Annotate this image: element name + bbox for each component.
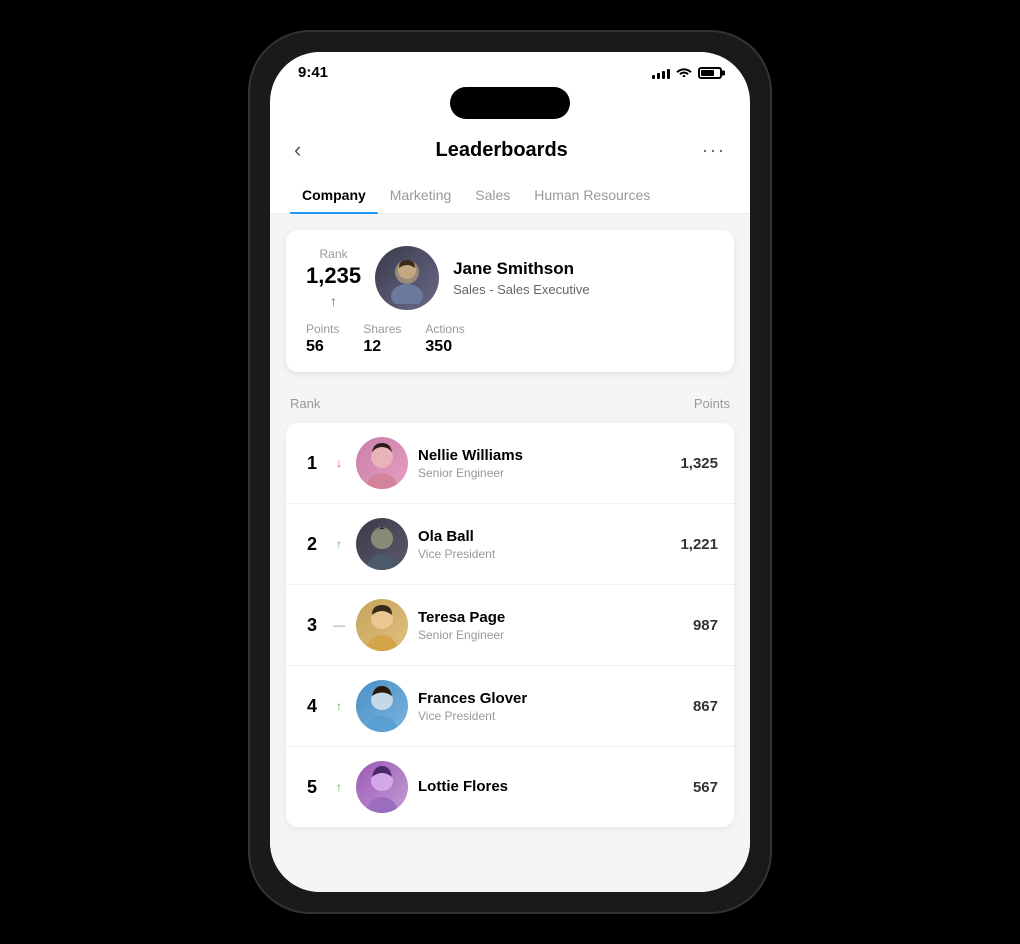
avatar	[356, 761, 408, 813]
my-stats: Points 56 Shares 12 Actions 350	[306, 322, 714, 356]
item-rank: 1	[302, 453, 322, 474]
avatar	[356, 599, 408, 651]
status-icons	[652, 65, 722, 80]
wifi-icon	[676, 65, 692, 80]
shares-label: Shares	[363, 322, 401, 336]
dynamic-island	[450, 87, 570, 119]
list-rank-label: Rank	[290, 396, 320, 411]
rank-label: Rank	[320, 247, 348, 261]
status-bar: 9:41	[270, 52, 750, 87]
actions-label: Actions	[425, 322, 464, 336]
item-rank: 2	[302, 534, 322, 555]
my-rank-top: Rank 1,235 ↑ Jane Smithson	[306, 246, 714, 310]
trend-icon: ↑	[332, 537, 346, 551]
item-info: Lottie Flores	[418, 778, 683, 797]
item-name: Lottie Flores	[418, 778, 683, 795]
item-role: Senior Engineer	[418, 466, 670, 480]
trend-icon: —	[332, 618, 346, 632]
points-label: Points	[306, 322, 339, 336]
item-info: Frances Glover Vice President	[418, 690, 683, 723]
rank-info: Rank 1,235 ↑	[306, 247, 361, 309]
my-info: Jane Smithson Sales - Sales Executive	[453, 259, 714, 297]
item-points: 867	[693, 698, 718, 715]
more-button[interactable]: ···	[702, 140, 726, 161]
item-rank: 5	[302, 777, 322, 798]
item-role: Senior Engineer	[418, 628, 683, 642]
item-name: Nellie Williams	[418, 447, 670, 464]
shares-value: 12	[363, 338, 401, 356]
page-title: Leaderboards	[436, 139, 568, 162]
item-info: Ola Ball Vice President	[418, 528, 670, 561]
header: ‹ Leaderboards ···	[270, 127, 750, 177]
tab-marketing[interactable]: Marketing	[378, 177, 463, 213]
rank-number: 1,235	[306, 263, 361, 289]
actions-value: 350	[425, 338, 464, 356]
my-avatar	[375, 246, 439, 310]
phone-screen: 9:41	[270, 52, 750, 892]
list-item[interactable]: 1 ↓ Nellie Williams Senior Engineer	[286, 423, 734, 504]
tab-bar: Company Marketing Sales Human Resources	[270, 177, 750, 214]
trend-icon: ↑	[332, 699, 346, 713]
my-name: Jane Smithson	[453, 259, 714, 279]
list-item[interactable]: 4 ↑ Frances Glover Vice President 867	[286, 666, 734, 747]
item-points: 1,221	[680, 536, 718, 553]
leaderboard-list: 1 ↓ Nellie Williams Senior Engineer	[286, 423, 734, 827]
my-role: Sales - Sales Executive	[453, 282, 714, 297]
avatar	[356, 437, 408, 489]
points-stat: Points 56	[306, 322, 339, 356]
item-rank: 3	[302, 615, 322, 636]
content-area: Rank 1,235 ↑ Jane Smithson	[270, 214, 750, 892]
item-name: Ola Ball	[418, 528, 670, 545]
item-info: Teresa Page Senior Engineer	[418, 609, 683, 642]
points-value: 56	[306, 338, 339, 356]
tab-hr[interactable]: Human Resources	[522, 177, 662, 213]
item-points: 567	[693, 779, 718, 796]
trend-icon: ↑	[332, 780, 346, 794]
list-item[interactable]: 3 — Teresa Page Senior Engineer 987	[286, 585, 734, 666]
phone-frame: 9:41	[250, 32, 770, 912]
item-name: Frances Glover	[418, 690, 683, 707]
tab-company[interactable]: Company	[290, 177, 378, 213]
item-rank: 4	[302, 696, 322, 717]
list-item[interactable]: 5 ↑ Lottie Flores 567	[286, 747, 734, 827]
list-points-label: Points	[694, 396, 730, 411]
status-time: 9:41	[298, 64, 328, 81]
avatar	[356, 518, 408, 570]
actions-stat: Actions 350	[425, 322, 464, 356]
rank-trend-icon: ↑	[330, 293, 337, 309]
back-button[interactable]: ‹	[294, 137, 301, 163]
list-item[interactable]: 2 ↑ Ola Ball Vice President	[286, 504, 734, 585]
list-header: Rank Points	[286, 388, 734, 419]
trend-icon: ↓	[332, 456, 346, 470]
item-role: Vice President	[418, 547, 670, 561]
item-name: Teresa Page	[418, 609, 683, 626]
item-points: 1,325	[680, 455, 718, 472]
signal-icon	[652, 67, 670, 79]
item-role: Vice President	[418, 709, 683, 723]
tab-sales[interactable]: Sales	[463, 177, 522, 213]
my-rank-card: Rank 1,235 ↑ Jane Smithson	[286, 230, 734, 372]
item-points: 987	[693, 617, 718, 634]
item-info: Nellie Williams Senior Engineer	[418, 447, 670, 480]
shares-stat: Shares 12	[363, 322, 401, 356]
battery-icon	[698, 67, 722, 79]
avatar	[356, 680, 408, 732]
